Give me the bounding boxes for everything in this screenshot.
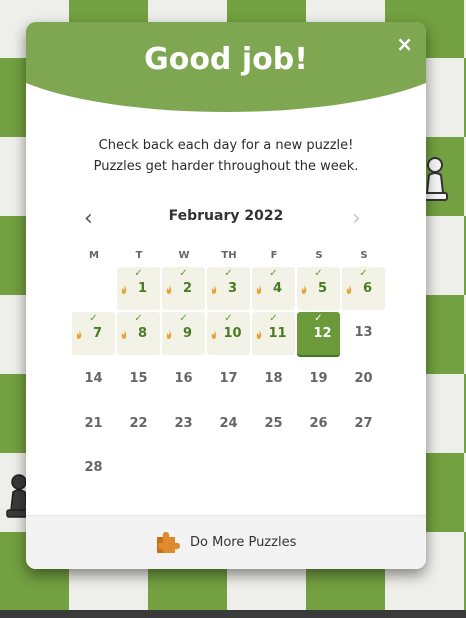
file-label-e: e	[209, 592, 219, 608]
calendar-day[interactable]: ✓ 3	[207, 267, 250, 310]
close-icon[interactable]: ×	[396, 32, 413, 56]
calendar-day[interactable]: ✓ 8	[117, 312, 160, 355]
day-number: 7	[92, 326, 103, 341]
calendar-day[interactable]: ✓ 6	[342, 267, 385, 310]
day-number: 23	[174, 416, 193, 431]
puzzle-piece-icon	[157, 532, 180, 553]
day-number: 8	[137, 326, 148, 341]
file-label-d: d	[288, 592, 299, 608]
calendar-day[interactable]: ✓ 1	[117, 267, 160, 310]
calendar-day[interactable]: 27	[342, 403, 385, 446]
day-number: 17	[219, 371, 238, 386]
calendar-day[interactable]: ✓ 2	[162, 267, 205, 310]
calendar-day[interactable]: 23	[162, 403, 205, 446]
checkmark-icon: ✓	[224, 313, 233, 324]
day-number: 18	[264, 371, 283, 386]
calendar-day[interactable]: ✓ 4	[252, 267, 295, 310]
day-number: 3	[227, 281, 238, 296]
calendar-day[interactable]: 18	[252, 358, 295, 401]
day-number: 16	[174, 371, 193, 386]
day-number: 1	[137, 281, 148, 296]
calendar-day[interactable]: 13	[342, 312, 385, 355]
checkmark-icon: ✓	[224, 268, 233, 279]
day-number: 14	[84, 371, 103, 386]
checkmark-icon: ✓	[134, 313, 143, 324]
modal-title: Good job!	[144, 42, 308, 77]
month-label: February 2022	[168, 208, 284, 224]
weekday-header: M	[89, 250, 99, 261]
footer-button-label: Do More Puzzles	[190, 535, 297, 550]
checkmark-icon: ✓	[314, 268, 323, 279]
calendar-day[interactable]: 22	[117, 403, 160, 446]
file-label-g: g	[52, 592, 63, 608]
calendar-day[interactable]: 25	[252, 403, 295, 446]
file-label-f: f	[129, 592, 136, 608]
calendar-day[interactable]: 28	[72, 447, 115, 490]
calendar-day[interactable]: 21	[72, 403, 115, 446]
weekday-header: S	[315, 250, 323, 261]
calendar-day[interactable]: ✓ 11	[252, 312, 295, 355]
checkmark-icon: ✓	[179, 313, 188, 324]
day-number: 13	[354, 325, 373, 340]
file-label-b: b	[446, 592, 457, 608]
weekday-header: TH	[221, 250, 237, 261]
day-number: 28	[84, 460, 103, 475]
day-number: 5	[317, 281, 328, 296]
checkmark-icon: ✓	[179, 268, 188, 279]
day-number: 25	[264, 416, 283, 431]
day-number: 21	[84, 416, 103, 431]
calendar-day[interactable]: 16	[162, 358, 205, 401]
day-number: 27	[354, 416, 373, 431]
calendar-day[interactable]: 24	[207, 403, 250, 446]
chevron-right-icon[interactable]: ›	[352, 206, 361, 231]
day-number: 11	[268, 326, 287, 341]
month-navigation: ‹ February 2022 ›	[26, 206, 426, 231]
calendar-day[interactable]: ✓ 5	[297, 267, 340, 310]
checkmark-icon: ✓	[89, 313, 98, 324]
day-number: 15	[129, 371, 148, 386]
calendar-day[interactable]: 26	[297, 403, 340, 446]
day-number: 22	[129, 416, 148, 431]
calendar-day[interactable]: ✓ 9	[162, 312, 205, 355]
day-number: 19	[309, 371, 328, 386]
weekday-header: W	[178, 250, 190, 261]
day-number: 26	[309, 416, 328, 431]
message-line-1: Check back each day for a new puzzle!	[98, 138, 354, 153]
day-number: 4	[272, 281, 283, 296]
calendar-day[interactable]: ✓ 12	[297, 312, 340, 355]
weekday-header: S	[360, 250, 368, 261]
calendar-day[interactable]: 14	[72, 358, 115, 401]
checkmark-icon: ✓	[269, 268, 278, 279]
calendar-day[interactable]: 20	[342, 358, 385, 401]
checkmark-icon: ✓	[359, 268, 368, 279]
calendar-day[interactable]: 17	[207, 358, 250, 401]
day-number: 10	[223, 326, 242, 341]
calendar-day[interactable]: ✓ 7	[72, 312, 115, 355]
day-number: 2	[182, 281, 193, 296]
checkmark-icon: ✓	[269, 313, 278, 324]
day-number: 12	[313, 326, 332, 341]
weekday-header: T	[135, 250, 143, 261]
calendar-day[interactable]: 15	[117, 358, 160, 401]
do-more-puzzles-button[interactable]: Do More Puzzles	[26, 515, 426, 569]
day-number: 20	[354, 371, 373, 386]
calendar-day[interactable]: 19	[297, 358, 340, 401]
calendar-day[interactable]: ✓ 10	[207, 312, 250, 355]
message-line-2: Puzzles get harder throughout the week.	[93, 159, 359, 174]
day-number: 9	[182, 326, 193, 341]
daily-puzzle-modal: Good job! × Check back each day for a ne…	[26, 22, 426, 569]
board-edge	[0, 610, 466, 618]
file-label-c: c	[367, 592, 376, 608]
weekday-header: F	[270, 250, 278, 261]
day-number: 6	[362, 281, 373, 296]
day-number: 24	[219, 416, 238, 431]
checkmark-icon: ✓	[134, 268, 143, 279]
checkmark-icon: ✓	[314, 313, 323, 324]
